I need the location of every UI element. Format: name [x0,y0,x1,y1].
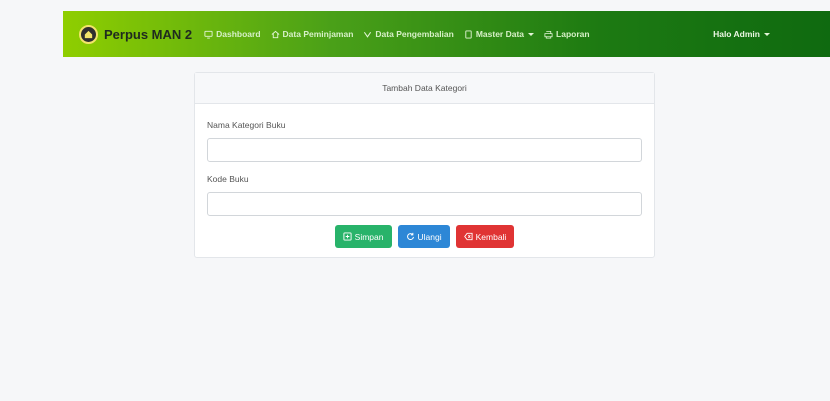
nav-data-pengembalian-label: Data Pengembalian [375,29,454,39]
save-icon [343,232,352,241]
nav-master-data[interactable]: Master Data [464,29,535,39]
kode-buku-input[interactable] [207,192,642,216]
refresh-icon [406,232,415,241]
library-logo-icon [79,24,98,44]
book-icon [464,29,473,39]
kode-buku-label: Kode Buku [207,174,249,184]
dropdown-caret-icon [528,32,535,36]
reset-button[interactable]: Ulangi [397,225,450,248]
nama-kategori-input[interactable] [207,138,642,162]
nav-links: Dashboard Data Peminjaman Data Pengembal… [204,29,599,39]
form-card: Tambah Data Kategori Nama Kategori Buku … [194,72,655,258]
nav-data-peminjaman-label: Data Peminjaman [282,29,354,39]
user-greeting: Halo Admin [713,29,760,39]
nav-laporan-label: Laporan [556,29,590,39]
nama-kategori-label: Nama Kategori Buku [207,120,286,130]
back-label: Kembali [475,231,507,242]
user-dropdown-caret-icon [764,32,770,36]
nav-laporan[interactable]: Laporan [544,29,590,39]
nav-data-peminjaman[interactable]: Data Peminjaman [271,29,354,39]
home-icon [271,30,280,39]
save-label: Simpan [354,231,384,242]
form-actions: Simpan Ulangi Kembali [207,225,642,248]
form-body: Nama Kategori Buku Kode Buku Simpan Ulan… [195,120,654,248]
monitor-icon [204,30,213,39]
user-menu[interactable]: Halo Admin [713,29,770,39]
nav-data-pengembalian[interactable]: Data Pengembalian [363,29,454,39]
nav-dashboard[interactable]: Dashboard [204,29,261,39]
back-button[interactable]: Kembali [455,225,515,248]
form-title: Tambah Data Kategori [195,73,654,104]
brand-name: Perpus MAN 2 [104,26,193,42]
brand[interactable]: Perpus MAN 2 [79,24,193,44]
top-navbar: Perpus MAN 2 Dashboard Data Peminjaman D… [63,11,830,57]
chevron-down-icon [363,30,372,39]
print-icon [544,30,553,39]
back-icon [463,232,473,241]
nav-dashboard-label: Dashboard [216,29,261,39]
save-button[interactable]: Simpan [334,225,392,248]
nav-master-data-label: Master Data [475,29,525,39]
reset-label: Ulangi [417,231,442,242]
